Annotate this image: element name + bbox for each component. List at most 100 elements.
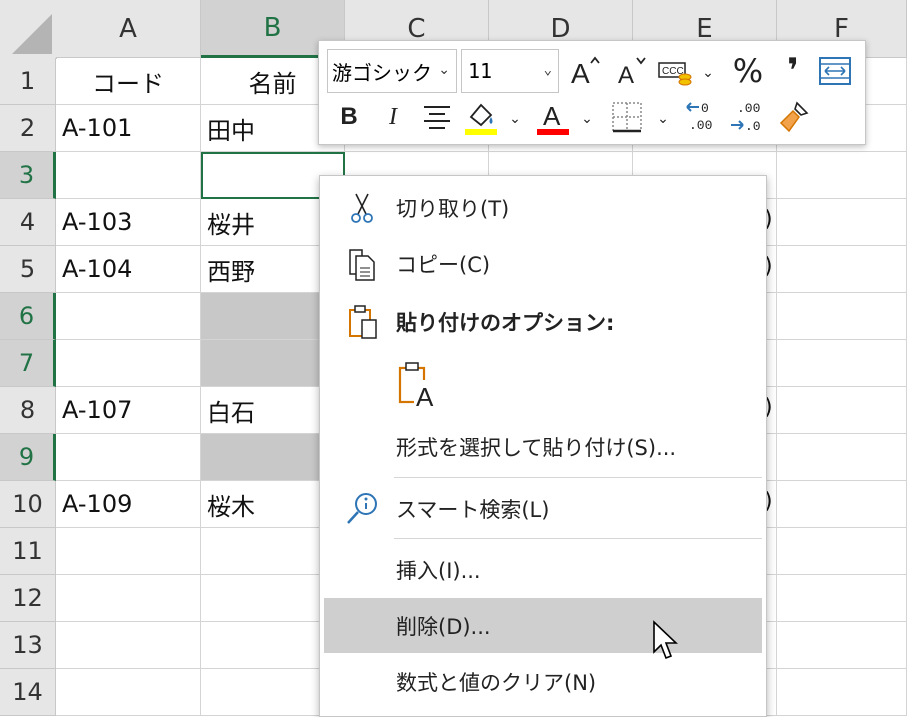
cell-f12[interactable] — [777, 575, 907, 622]
chevron-down-icon[interactable]: ⌄ — [505, 105, 525, 133]
clipboard-icon — [344, 304, 380, 340]
cell-a2[interactable]: A-101 — [56, 105, 201, 152]
menu-item-smart-lookup[interactable]: スマート検索(L) — [324, 481, 762, 536]
menu-separator — [394, 477, 762, 478]
decrease-decimal-icon[interactable]: .00.0 — [727, 97, 767, 137]
fill-color-icon[interactable] — [461, 97, 501, 137]
cell-a10[interactable]: A-109 — [56, 481, 201, 528]
row-header-1[interactable]: 1 — [0, 58, 56, 105]
svg-text:A: A — [571, 58, 590, 89]
chevron-down-icon[interactable]: ⌄ — [699, 59, 717, 87]
svg-text:0: 0 — [701, 101, 709, 116]
format-painter-icon[interactable] — [773, 97, 813, 137]
cell-a11[interactable] — [56, 528, 201, 575]
font-name-dropdown[interactable]: 游ゴシック ⌄ — [327, 49, 457, 93]
cell-f11[interactable] — [777, 528, 907, 575]
row-header-8[interactable]: 8 — [0, 387, 56, 434]
row-header-10[interactable]: 10 — [0, 481, 56, 528]
cell-a8[interactable]: A-107 — [56, 387, 201, 434]
decrease-font-size-icon[interactable]: A — [615, 53, 651, 89]
italic-icon[interactable]: I — [375, 99, 411, 135]
menu-label-smart-lookup: スマート検索(L) — [396, 497, 550, 522]
row-header-7[interactable]: 7 — [0, 340, 56, 387]
svg-text:.00: .00 — [689, 118, 712, 133]
mini-toolbar: 游ゴシック ⌄ 11 ⌄ A A CCC ⌄ % ❜ B I ⌄ A ⌄ ⌄ 0… — [318, 40, 866, 145]
row-header-3[interactable]: 3 — [0, 152, 56, 199]
increase-decimal-icon[interactable]: 0.00 — [683, 97, 723, 137]
chevron-down-icon: ⌄ — [438, 62, 450, 78]
center-align-icon[interactable] — [419, 99, 455, 135]
borders-icon[interactable] — [609, 99, 645, 135]
row-header-5[interactable]: 5 — [0, 246, 56, 293]
merge-center-icon[interactable] — [817, 53, 853, 89]
paste-keep-text-only-icon[interactable]: A — [396, 360, 440, 412]
menu-item-delete[interactable]: 削除(D)... — [324, 598, 762, 653]
menu-label-paste-options: 貼り付けのオプション: — [396, 310, 615, 335]
svg-text:A: A — [618, 62, 634, 89]
font-size-dropdown[interactable]: 11 ⌄ — [461, 49, 559, 93]
cell-f5[interactable] — [777, 246, 907, 293]
cell-a3[interactable] — [56, 152, 201, 199]
font-size-value: 11 — [468, 59, 493, 83]
menu-item-clear-contents[interactable]: 数式と値のクリア(N) — [324, 654, 762, 709]
row-header-4[interactable]: 4 — [0, 199, 56, 246]
font-color-icon[interactable]: A — [533, 97, 573, 137]
row-header-11[interactable]: 11 — [0, 528, 56, 575]
svg-text:.00: .00 — [737, 101, 760, 116]
cell-a13[interactable] — [56, 622, 201, 669]
menu-item-copy[interactable]: コピー(C) — [324, 236, 762, 291]
chevron-down-icon[interactable]: ⌄ — [653, 105, 673, 133]
cell-f9[interactable] — [777, 434, 907, 481]
menu-label-cut: 切り取り(T) — [396, 196, 510, 221]
row-header-14[interactable]: 14 — [0, 669, 56, 716]
menu-label-paste-special: 形式を選択して貼り付け(S)... — [396, 435, 677, 460]
select-all-corner[interactable] — [0, 0, 57, 59]
cell-a7[interactable] — [56, 340, 201, 387]
cell-f4[interactable] — [777, 199, 907, 246]
chevron-down-icon: ⌄ — [543, 62, 552, 78]
cell-f7[interactable] — [777, 340, 907, 387]
cell-a9[interactable] — [56, 434, 201, 481]
cell-f8[interactable] — [777, 387, 907, 434]
menu-separator — [394, 538, 762, 539]
bold-icon[interactable]: B — [331, 99, 367, 135]
menu-label-copy: コピー(C) — [396, 252, 491, 277]
cell-a12[interactable] — [56, 575, 201, 622]
row-header-2[interactable]: 2 — [0, 105, 56, 152]
percent-style-icon[interactable]: % — [729, 51, 767, 91]
comma-style-icon[interactable]: ❜ — [779, 51, 807, 91]
menu-label-delete: 削除(D)... — [396, 614, 491, 639]
menu-label-insert: 挿入(I)... — [396, 558, 481, 583]
context-menu: 切り取り(T) コピー(C) 貼り付けのオプション: A 形式を選択して貼り付け… — [319, 175, 767, 717]
row-header-6[interactable]: 6 — [0, 293, 56, 340]
cell-a5[interactable]: A-104 — [56, 246, 201, 293]
cell-a14[interactable] — [56, 669, 201, 716]
cell-f14[interactable] — [777, 669, 907, 716]
cell-f6[interactable] — [777, 293, 907, 340]
cell-a1[interactable]: コード — [56, 58, 201, 105]
cell-a6[interactable] — [56, 293, 201, 340]
smart-lookup-icon — [344, 491, 380, 527]
row-header-12[interactable]: 12 — [0, 575, 56, 622]
cell-f13[interactable] — [777, 622, 907, 669]
menu-label-clear-contents: 数式と値のクリア(N) — [396, 670, 597, 695]
accounting-format-icon[interactable]: CCC — [657, 55, 697, 89]
cell-a4[interactable]: A-103 — [56, 199, 201, 246]
column-header-a[interactable]: A — [56, 0, 201, 58]
row-header-9[interactable]: 9 — [0, 434, 56, 481]
font-name-value: 游ゴシック — [332, 60, 432, 85]
chevron-down-icon[interactable]: ⌄ — [577, 105, 597, 133]
svg-text:.0: .0 — [745, 119, 761, 134]
scissors-icon — [344, 190, 380, 226]
row-header-13[interactable]: 13 — [0, 622, 56, 669]
cell-f10[interactable] — [777, 481, 907, 528]
increase-font-size-icon[interactable]: A — [569, 53, 605, 89]
menu-item-paste-special[interactable]: 形式を選択して貼り付け(S)... — [324, 419, 762, 474]
menu-item-cut[interactable]: 切り取り(T) — [324, 180, 762, 235]
menu-item-insert[interactable]: 挿入(I)... — [324, 542, 762, 597]
copy-icon — [344, 246, 380, 282]
menu-header-paste-options: 貼り付けのオプション: — [324, 294, 762, 349]
svg-text:A: A — [543, 101, 561, 131]
mouse-pointer-icon — [652, 620, 682, 662]
cell-f3[interactable] — [777, 152, 907, 199]
